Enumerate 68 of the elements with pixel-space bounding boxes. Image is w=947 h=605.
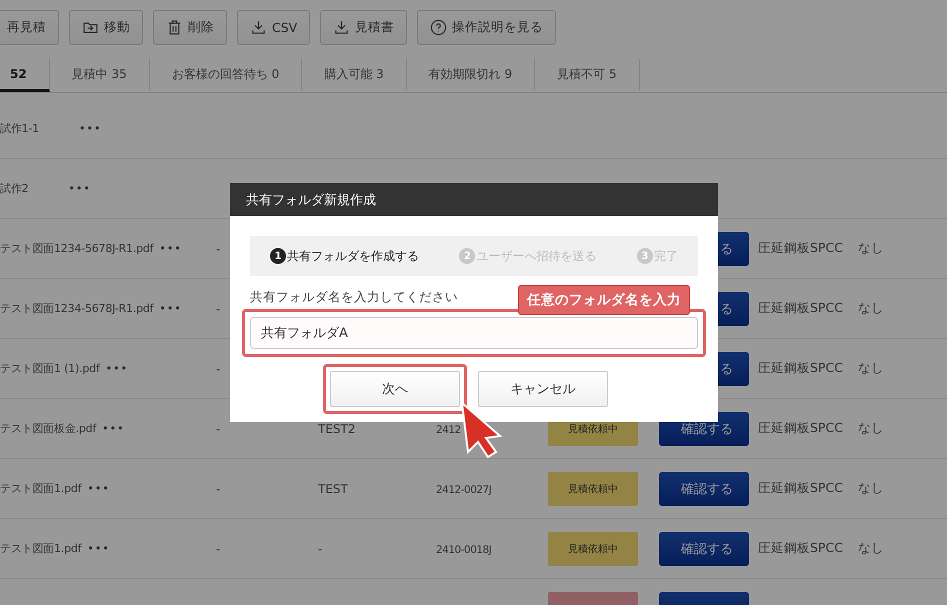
folder-name[interactable]: 試作2	[0, 181, 28, 196]
tab[interactable]: 見積中 35	[50, 59, 150, 92]
tab[interactable]: 見積不可 5	[535, 59, 640, 92]
step-label: 共有フォルダを作成する	[287, 248, 420, 264]
client-cell: TEST	[318, 482, 348, 496]
help-icon	[430, 19, 448, 36]
next-button[interactable]: 次へ	[330, 371, 460, 407]
step-number: 1	[270, 248, 286, 264]
table-cell: -	[216, 482, 220, 496]
table-cell: -	[216, 542, 220, 556]
more-menu[interactable]: •••	[102, 422, 125, 435]
client-cell: TEST2	[318, 422, 356, 436]
option-cell: なし	[858, 240, 884, 255]
download-icon	[250, 19, 267, 36]
material-cell: 圧延鋼板SPCC	[758, 300, 843, 315]
tab[interactable]: 52	[0, 59, 50, 92]
table-cell: -	[216, 242, 220, 256]
tab[interactable]: 購入可能 3	[302, 59, 407, 92]
option-cell: なし	[858, 360, 884, 375]
quote-number: 2412	[436, 424, 461, 436]
status-badge: 見積依頼中	[548, 532, 638, 566]
material-cell: 圧延鋼板SPCC	[758, 240, 843, 255]
file-name[interactable]: テスト図面1234-5678J-R1.pdf	[0, 301, 154, 316]
file-name[interactable]: テスト図面1234-5678J-R1.pdf	[0, 241, 154, 256]
more-menu[interactable]: •••	[87, 542, 110, 555]
confirm-button[interactable]: 確認する	[659, 472, 749, 506]
confirm-button[interactable]: 確認する	[659, 532, 749, 566]
download-icon	[333, 19, 350, 36]
more-menu[interactable]: •••	[106, 362, 128, 375]
file-name[interactable]: テスト図面1.pdf	[0, 541, 82, 556]
material-cell: 圧延鋼板SPCC	[758, 420, 843, 435]
toolbar-button[interactable]: 再見積	[0, 10, 59, 45]
toolbar-button[interactable]: 削除	[153, 10, 227, 45]
field-label: 共有フォルダ名を入力してください	[250, 289, 458, 306]
table-cell: -	[216, 302, 220, 316]
more-menu[interactable]: •••	[159, 242, 182, 255]
folder-name-field[interactable]: 共有フォルダA	[250, 317, 698, 349]
toolbar-button[interactable]: 操作説明を見る	[417, 10, 556, 45]
toolbar-button[interactable]: 移動	[69, 10, 143, 45]
tab[interactable]: お客様の回答待ち 0	[150, 59, 302, 92]
file-name[interactable]: テスト図面板金.pdf	[0, 421, 96, 436]
table-cell: -	[216, 422, 220, 436]
callout-label: 任意のフォルダ名を入力	[518, 285, 690, 315]
quote-number: 2410-0018J	[436, 544, 492, 556]
more-menu[interactable]: •••	[159, 302, 182, 315]
file-name[interactable]: テスト図面1 (1).pdf	[0, 361, 100, 376]
more-menu[interactable]: •••	[87, 482, 110, 495]
file-name[interactable]: テスト図面1.pdf	[0, 481, 82, 496]
material-cell: 圧延鋼板SPCC	[758, 360, 843, 375]
more-menu[interactable]: •••	[68, 182, 91, 195]
more-menu[interactable]: •••	[78, 122, 102, 135]
material-cell: 圧延鋼板SPCC	[758, 480, 843, 495]
toolbar-button[interactable]: 見積書	[320, 10, 408, 45]
dialog-title: 共有フォルダ新規作成	[230, 183, 718, 216]
trash-icon	[166, 19, 183, 36]
option-cell: なし	[858, 540, 884, 555]
status-badge: 見積依頼中	[548, 472, 638, 506]
toolbar-button[interactable]: CSV	[237, 10, 310, 45]
option-cell: なし	[858, 300, 884, 315]
option-cell: なし	[858, 420, 884, 435]
material-cell: 圧延鋼板SPCC	[758, 540, 843, 555]
quote-number: 2412-0027J	[436, 484, 492, 496]
folder-name[interactable]: 試作1-1	[0, 121, 39, 136]
cancel-button[interactable]: キャンセル	[478, 371, 608, 407]
table-cell: -	[216, 362, 220, 376]
client-cell: -	[318, 542, 322, 556]
option-cell: なし	[858, 480, 884, 495]
tab[interactable]: 有効期限切れ 9	[406, 59, 536, 92]
